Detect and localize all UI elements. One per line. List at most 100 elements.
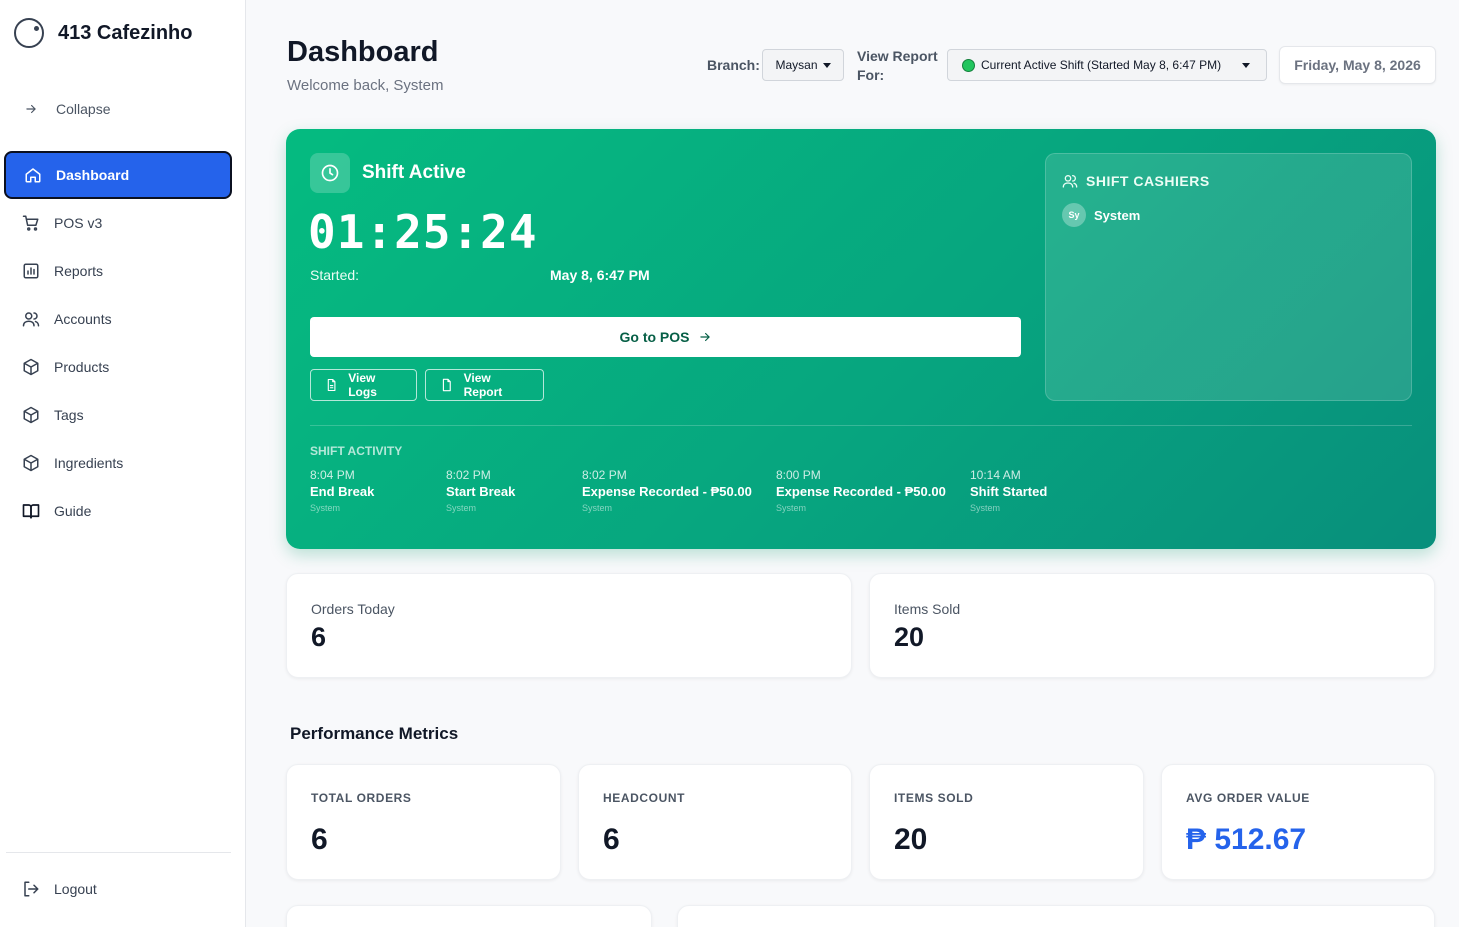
activity-user: System	[310, 503, 341, 513]
metric-value: 6	[311, 823, 328, 856]
metric-label: TOTAL ORDERS	[311, 791, 412, 805]
started-value: May 8, 6:47 PM	[550, 267, 650, 283]
activity-item: 8:04 PM End Break System	[310, 468, 374, 513]
metric-value: 6	[603, 823, 620, 856]
activity-time: 8:04 PM	[310, 468, 355, 482]
file-icon	[442, 378, 451, 392]
sidebar-item-label: Products	[54, 359, 110, 375]
activity-item: 8:02 PM Expense Recorded - ₱50.00 System	[582, 468, 752, 513]
activity-user: System	[970, 503, 1001, 513]
activity-user: System	[446, 503, 477, 513]
caret-down-icon	[1242, 63, 1250, 68]
view-report-label: View Report	[463, 371, 503, 399]
sidebar-item-ingredients[interactable]: Ingredients	[4, 439, 232, 487]
brand[interactable]: 413 Cafezinho	[14, 18, 192, 48]
go-to-pos-label: Go to POS	[619, 329, 690, 345]
box-icon	[23, 406, 39, 424]
shift-title: Shift Active	[362, 162, 466, 183]
view-logs-label: View Logs	[348, 371, 377, 399]
shift-cashiers-header: SHIFT CASHIERS	[1062, 173, 1210, 189]
shift-activity-title: SHIFT ACTIVITY	[310, 444, 403, 458]
logout-button[interactable]: Logout	[22, 880, 97, 898]
current-date: Friday, May 8, 2026	[1279, 46, 1436, 84]
status-dot-icon	[962, 58, 975, 72]
orders-today-value: 6	[311, 622, 327, 652]
sidebar-item-products[interactable]: Products	[4, 343, 232, 391]
activity-title: Expense Recorded - ₱50.00	[582, 484, 752, 499]
activity-title: Expense Recorded - ₱50.00	[776, 484, 946, 499]
document-icon	[327, 378, 336, 392]
page-title: Dashboard	[287, 36, 439, 68]
report-shift-select[interactable]: Current Active Shift (Started May 8, 6:4…	[947, 49, 1267, 81]
go-to-pos-button[interactable]: Go to POS	[310, 317, 1021, 357]
activity-time: 8:02 PM	[446, 468, 491, 482]
bottom-card	[677, 905, 1435, 927]
activity-user: System	[776, 503, 807, 513]
sidebar-item-reports[interactable]: Reports	[4, 247, 232, 295]
avatar: Sy	[1062, 203, 1086, 227]
sidebar-item-dashboard[interactable]: Dashboard	[4, 151, 232, 199]
box-icon	[23, 454, 39, 472]
logout-label: Logout	[54, 881, 97, 897]
metric-card-items-sold: ITEMS SOLD 20	[869, 764, 1144, 880]
sidebar-item-accounts[interactable]: Accounts	[4, 295, 232, 343]
activity-item: 8:02 PM Start Break System	[446, 468, 515, 513]
caret-down-icon	[822, 62, 831, 68]
activity-title: End Break	[310, 484, 375, 499]
book-icon	[22, 504, 40, 519]
sidebar-divider	[6, 852, 231, 853]
sidebar-item-label: Dashboard	[56, 167, 130, 183]
arrow-right-icon	[26, 104, 36, 114]
report-for-label-line2: For:	[857, 67, 885, 83]
clock-icon-box	[310, 153, 350, 193]
shift-card: Shift Active 01:25:24 Started: May 8, 6:…	[286, 129, 1436, 549]
items-sold-label: Items Sold	[894, 601, 961, 617]
activity-item: 10:14 AM Shift Started System	[970, 468, 1047, 513]
report-shift-select-value: Current Active Shift (Started May 8, 6:4…	[981, 58, 1222, 72]
sidebar-item-pos[interactable]: POS v3	[4, 199, 232, 247]
sidebar: 413 Cafezinho Collapse Dashboard POS v3 …	[0, 0, 246, 927]
activity-user: System	[582, 503, 613, 513]
shift-cashiers-panel: SHIFT CASHIERS Sy System	[1045, 153, 1412, 401]
shift-timer: 01:25:24	[308, 205, 538, 259]
branch-select-value: Maysan	[775, 58, 818, 72]
brand-name: 413 Cafezinho	[58, 21, 193, 44]
started-label: Started:	[310, 267, 360, 283]
branch-label: Branch:	[707, 57, 760, 73]
activity-time: 10:14 AM	[970, 468, 1021, 482]
report-for-label-line1: View Report	[857, 48, 938, 64]
sidebar-item-label: Tags	[54, 407, 84, 423]
brand-logo	[14, 18, 44, 48]
cashier-name: System	[1094, 207, 1141, 223]
metric-card-headcount: HEADCOUNT 6	[578, 764, 852, 880]
sidebar-item-label: Accounts	[54, 311, 112, 327]
cart-icon	[22, 215, 39, 231]
orders-today-card: Orders Today 6	[286, 573, 852, 678]
metric-label: ITEMS SOLD	[894, 791, 974, 805]
activity-divider	[310, 425, 1412, 426]
users-icon	[1062, 175, 1078, 188]
bar-chart-icon	[23, 263, 39, 279]
collapse-button[interactable]: Collapse	[24, 101, 110, 117]
orders-today-label: Orders Today	[311, 601, 395, 617]
sidebar-item-tags[interactable]: Tags	[4, 391, 232, 439]
sidebar-item-label: Ingredients	[54, 455, 124, 471]
metric-card-avg-order-value: AVG ORDER VALUE ₱ 512.67	[1161, 764, 1435, 880]
items-sold-value: 20	[894, 622, 925, 652]
activity-time: 8:02 PM	[582, 468, 627, 482]
page-subtitle: Welcome back, System	[287, 77, 444, 94]
metric-label: HEADCOUNT	[603, 791, 686, 805]
bottom-card	[286, 905, 652, 927]
sidebar-item-guide[interactable]: Guide	[4, 487, 232, 535]
clock-icon	[321, 164, 339, 182]
sidebar-item-label: Guide	[54, 503, 92, 519]
branch-select[interactable]: Maysan	[762, 49, 844, 81]
users-icon	[22, 312, 40, 327]
view-report-button[interactable]: View Report	[425, 369, 544, 401]
view-logs-button[interactable]: View Logs	[310, 369, 417, 401]
cashier-item: Sy System	[1062, 203, 1140, 227]
collapse-label: Collapse	[56, 101, 111, 117]
activity-title: Shift Started	[970, 484, 1048, 499]
sidebar-nav: Dashboard POS v3 Reports Accounts Produc…	[4, 151, 232, 535]
sidebar-item-label: Reports	[54, 263, 104, 279]
